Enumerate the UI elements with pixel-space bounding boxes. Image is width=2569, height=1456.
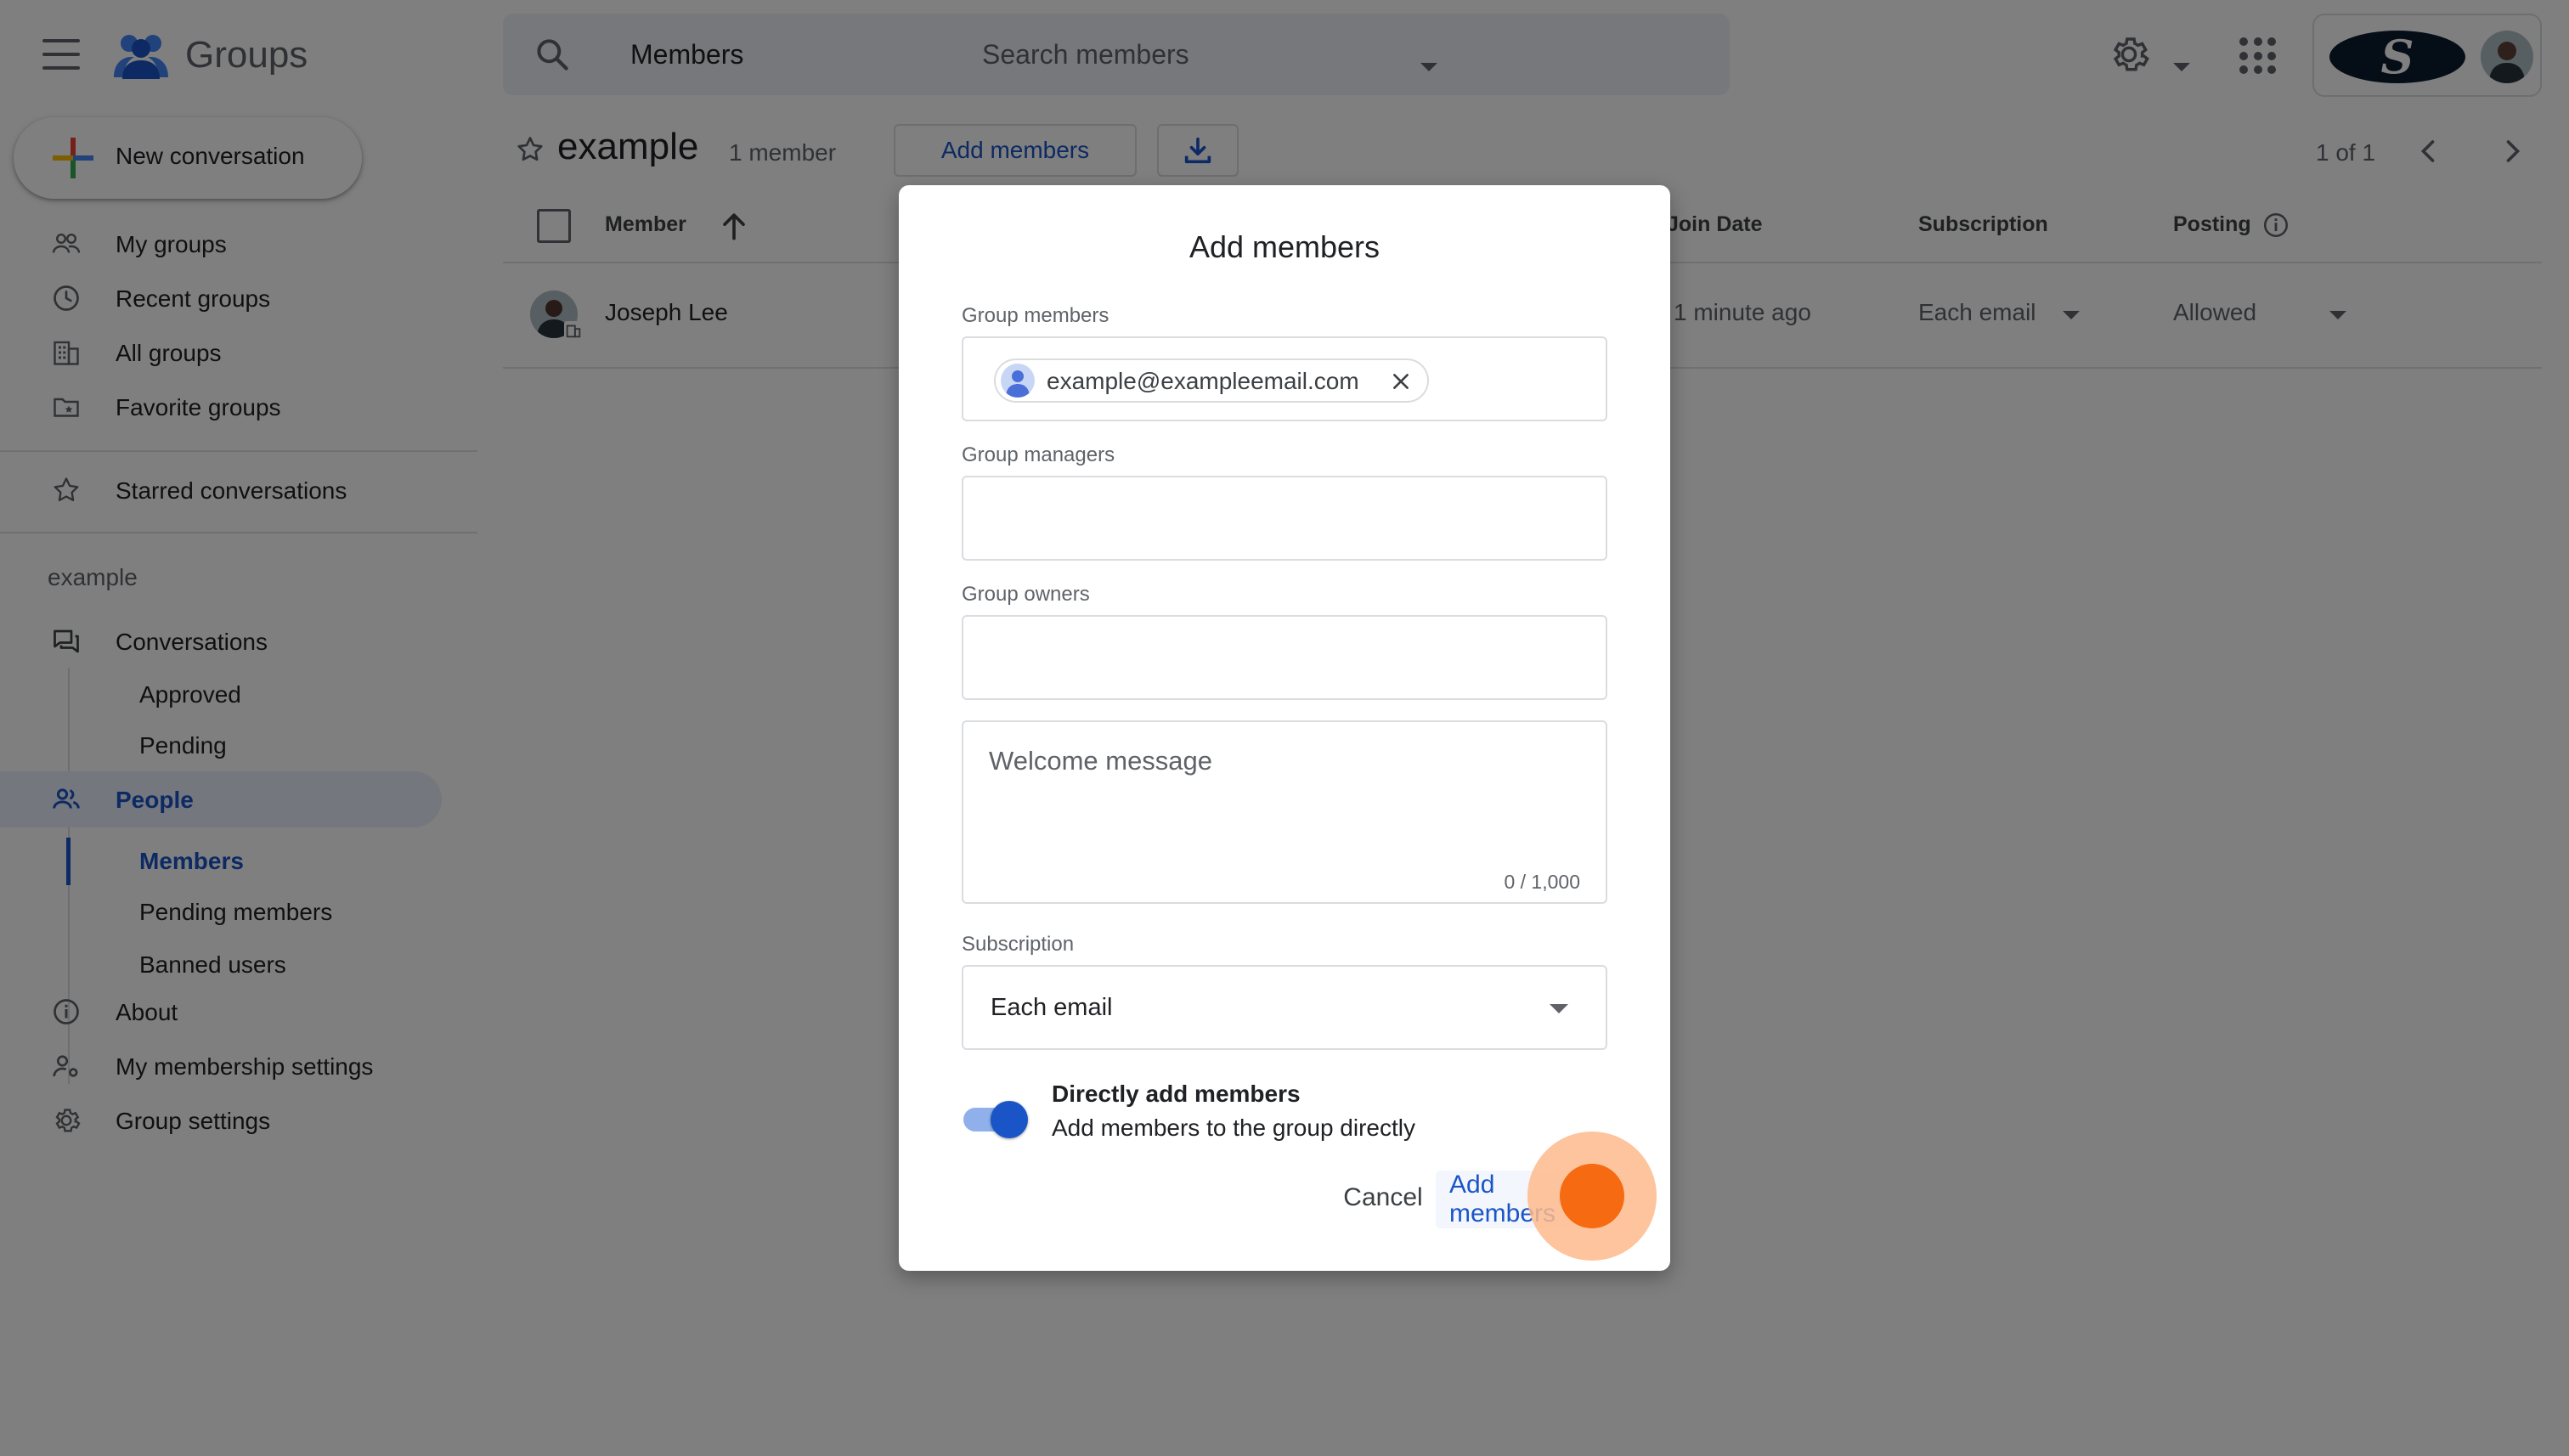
group-managers-label: Group managers: [962, 443, 1115, 466]
group-managers-field[interactable]: [962, 476, 1607, 561]
directly-add-toggle[interactable]: [962, 1096, 1028, 1142]
subscription-value: Each email: [991, 994, 1113, 1021]
caret-down-icon: [1550, 1004, 1568, 1013]
group-owners-field[interactable]: [962, 615, 1607, 700]
cancel-button[interactable]: Cancel: [1332, 1169, 1434, 1227]
person-icon: [1006, 370, 1030, 398]
toggle-description: Add members to the group directly: [1052, 1115, 1415, 1141]
member-chip[interactable]: example@exampleemail.com: [994, 358, 1429, 403]
character-counter: 0 / 1,000: [1504, 871, 1580, 893]
add-members-dialog: Add members Group members example@exampl…: [899, 185, 1670, 1271]
groups-app: Groups Members S: [0, 0, 2569, 1456]
group-members-field[interactable]: example@exampleemail.com: [962, 336, 1607, 421]
welcome-message-input[interactable]: [989, 746, 1584, 848]
subscription-label: Subscription: [962, 933, 1075, 956]
dialog-title: Add members: [1189, 229, 1380, 264]
chip-avatar: [1001, 364, 1035, 398]
chip-label: example@exampleemail.com: [1047, 368, 1359, 394]
toggle-title: Directly add members: [1052, 1081, 1301, 1107]
toggle-knob: [991, 1101, 1028, 1138]
click-indicator-dot: [1560, 1164, 1624, 1228]
close-icon[interactable]: [1390, 370, 1412, 392]
group-owners-label: Group owners: [962, 583, 1090, 606]
welcome-message-box[interactable]: 0 / 1,000: [962, 720, 1607, 904]
group-members-label: Group members: [962, 304, 1109, 327]
subscription-select[interactable]: Each email: [962, 965, 1607, 1050]
